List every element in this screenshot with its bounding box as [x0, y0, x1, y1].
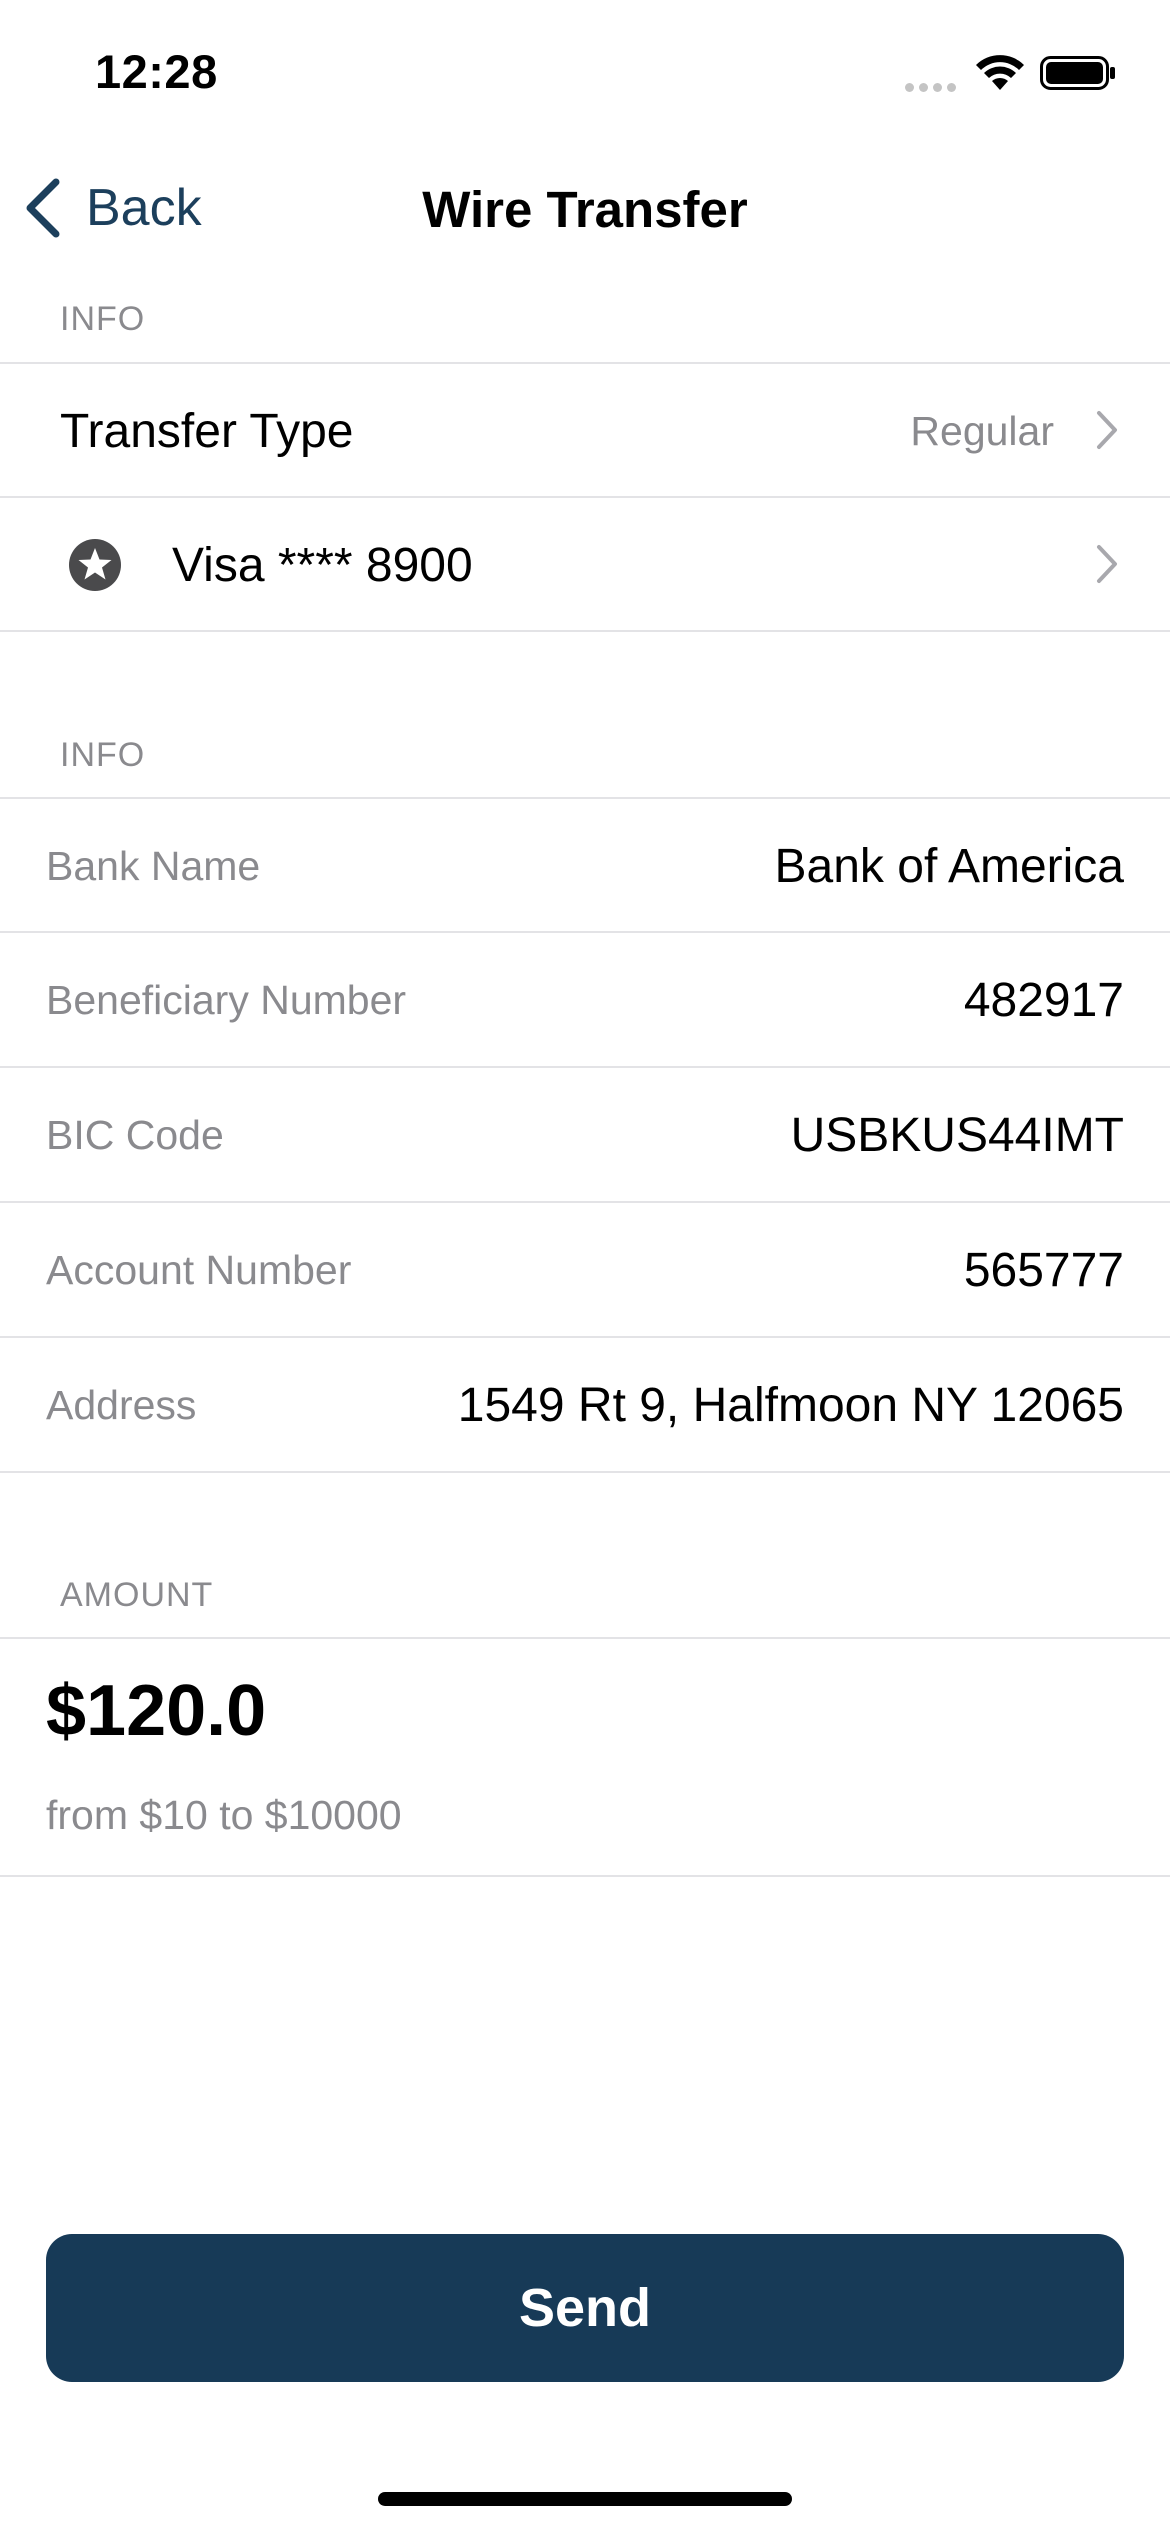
home-indicator — [378, 2492, 792, 2506]
amount-range-hint: from $10 to $10000 — [46, 1792, 402, 1838]
chevron-right-icon — [1097, 545, 1117, 583]
account-number-row: Account Number 565777 — [0, 1203, 1170, 1337]
card-label: Visa **** 8900 — [172, 538, 473, 592]
status-bar: 12:28 — [0, 0, 1170, 150]
divider — [0, 1471, 1170, 1473]
section-header-info: INFO — [60, 300, 146, 338]
chevron-right-icon — [1097, 411, 1117, 449]
divider — [0, 1875, 1170, 1877]
transfer-type-value: Regular — [910, 407, 1054, 454]
bic-code-label: BIC Code — [46, 1111, 224, 1158]
page-title: Wire Transfer — [422, 181, 748, 238]
wire-transfer-screen: 12:28 Back Wire Transfer INFO Transfer T… — [0, 0, 1170, 2532]
transfer-type-row[interactable]: Transfer Type Regular — [0, 364, 1170, 498]
section-header-amount: AMOUNT — [60, 1576, 214, 1614]
card-row[interactable]: Visa **** 8900 — [0, 498, 1170, 632]
account-number-label: Account Number — [46, 1246, 352, 1293]
beneficiary-number-label: Beneficiary Number — [46, 976, 407, 1023]
star-circle-icon — [69, 539, 121, 591]
beneficiary-number-value: 482917 — [963, 973, 1124, 1027]
bank-name-label: Bank Name — [46, 842, 261, 889]
send-button[interactable]: Send — [46, 2234, 1124, 2382]
bank-name-row: Bank Name Bank of America — [0, 799, 1170, 933]
address-label: Address — [46, 1381, 197, 1428]
address-value: 1549 Rt 9, Halfmoon NY 12065 — [457, 1378, 1124, 1432]
navigation-bar: Back Wire Transfer — [0, 150, 1170, 270]
bank-name-value: Bank of America — [774, 839, 1125, 893]
transfer-type-label: Transfer Type — [60, 404, 354, 458]
status-time: 12:28 — [95, 45, 218, 98]
cellular-signal-icon — [905, 83, 956, 92]
beneficiary-number-row: Beneficiary Number 482917 — [0, 933, 1170, 1067]
address-row: Address 1549 Rt 9, Halfmoon NY 12065 — [0, 1338, 1170, 1472]
divider — [0, 630, 1170, 632]
section-header-info-2: INFO — [60, 736, 146, 774]
bic-code-value: USBKUS44IMT — [790, 1108, 1124, 1162]
amount-input[interactable]: $120.0 — [46, 1670, 266, 1752]
divider — [0, 1637, 1170, 1639]
bic-code-row: BIC Code USBKUS44IMT — [0, 1068, 1170, 1202]
battery-icon — [1040, 56, 1115, 90]
wifi-icon — [976, 55, 1024, 90]
account-number-value: 565777 — [963, 1243, 1124, 1297]
